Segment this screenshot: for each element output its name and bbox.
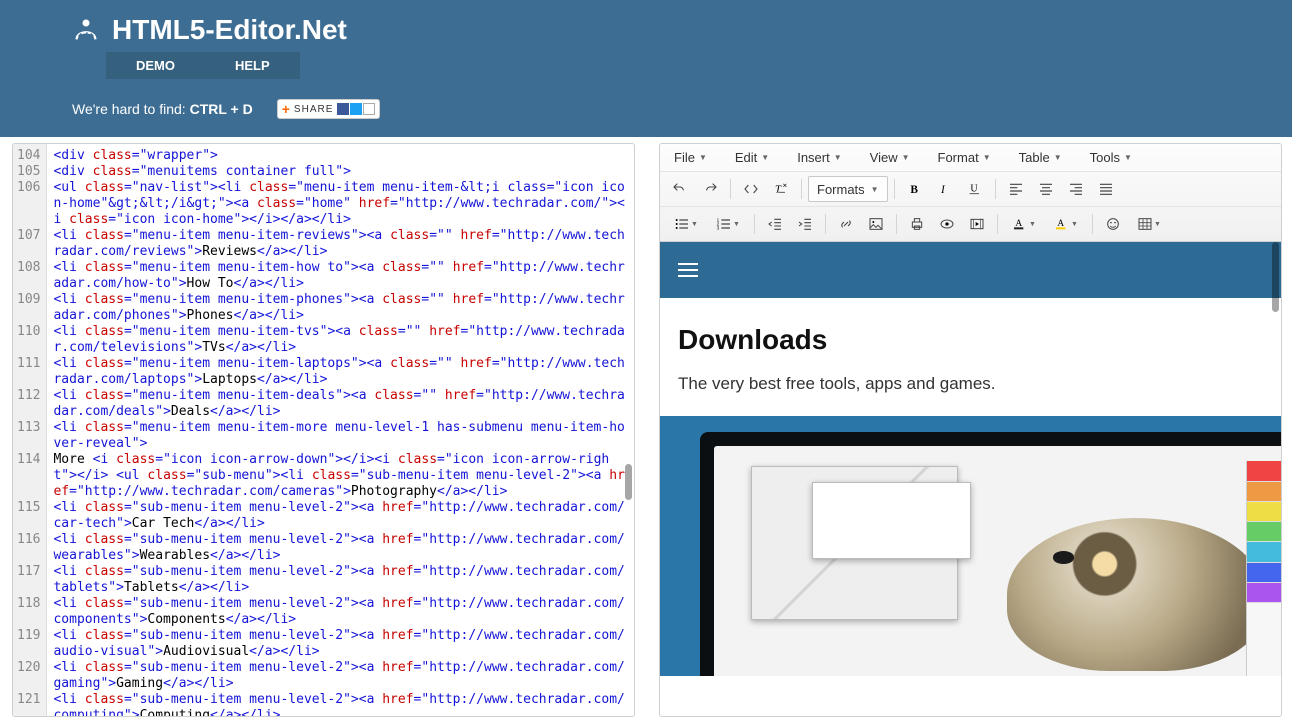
menu-view[interactable]: View▼ — [870, 150, 910, 165]
menu-file[interactable]: File▼ — [674, 150, 707, 165]
hamburger-icon[interactable] — [678, 263, 698, 277]
bold-button[interactable]: B — [901, 176, 929, 202]
toolbar-row-2: ▼123▼A▼A▼▼ — [660, 206, 1281, 241]
indent-button[interactable] — [791, 211, 819, 237]
nav-help[interactable]: HELP — [205, 52, 300, 79]
code-editor[interactable]: 1041051061071081091101111121131141151161… — [13, 144, 634, 716]
undo-button[interactable] — [666, 176, 694, 202]
site-header: HTML5-Editor.Net DEMOHELP We're hard to … — [0, 0, 1292, 137]
svg-text:3: 3 — [717, 225, 720, 230]
alignright-button[interactable] — [1062, 176, 1090, 202]
svg-text:U: U — [970, 184, 978, 195]
preview-scrollbar[interactable] — [1270, 242, 1279, 714]
toolbar-row-1: T✕ Formats▼ B I U — [660, 172, 1281, 206]
code-content[interactable]: <div class="wrapper"><div class="menuite… — [47, 144, 634, 716]
emoji-button[interactable] — [1099, 211, 1127, 237]
wysiwyg-pane: File▼ Edit▼ Insert▼ View▼ Format▼ Table▼ Tools… — [659, 143, 1282, 717]
menu-format[interactable]: Format▼ — [938, 150, 991, 165]
bookmark-hint: We're hard to find: CTRL + D — [72, 101, 253, 117]
mail-icon — [363, 103, 375, 115]
menu-edit[interactable]: Edit▼ — [735, 150, 769, 165]
svg-text:✕: ✕ — [782, 184, 787, 190]
facebook-icon — [337, 103, 349, 115]
preview-body[interactable]: Downloads The very best free tools, apps… — [660, 242, 1281, 714]
menu-bar: File▼ Edit▼ Insert▼ View▼ Format▼ Table▼ Tools… — [660, 144, 1281, 172]
table-button[interactable]: ▼ — [1129, 211, 1169, 237]
menu-insert[interactable]: Insert▼ — [797, 150, 841, 165]
backcolor-button[interactable]: A▼ — [1046, 211, 1086, 237]
clearfmt-button[interactable]: T✕ — [767, 176, 795, 202]
preview-topbar — [660, 242, 1281, 298]
preview-subtext: The very best free tools, apps and games… — [678, 374, 1263, 394]
source-editor-pane: 1041051061071081091101111121131141151161… — [12, 143, 635, 717]
nav-demo[interactable]: DEMO — [106, 52, 205, 79]
italic-button[interactable]: I — [931, 176, 959, 202]
preview-heading: Downloads — [678, 324, 1263, 356]
site-title: HTML5-Editor.Net — [112, 14, 347, 46]
logo-icon — [72, 16, 100, 44]
formats-dropdown[interactable]: Formats▼ — [808, 176, 888, 202]
svg-text:T: T — [775, 184, 782, 195]
code-scrollbar[interactable] — [623, 144, 632, 716]
underline-button[interactable]: U — [961, 176, 989, 202]
svg-text:I: I — [940, 184, 946, 196]
link-button[interactable] — [832, 211, 860, 237]
preview-button[interactable] — [933, 211, 961, 237]
wysiwyg-toolbar: File▼ Edit▼ Insert▼ View▼ Format▼ Table▼ Tools… — [660, 144, 1281, 242]
share-button[interactable]: + SHARE — [277, 99, 381, 119]
preview-hero-image — [660, 416, 1281, 676]
menu-table[interactable]: Table▼ — [1019, 150, 1062, 165]
image-button[interactable] — [862, 211, 890, 237]
outdent-button[interactable] — [761, 211, 789, 237]
aligncenter-button[interactable] — [1032, 176, 1060, 202]
source-button[interactable] — [737, 176, 765, 202]
menu-tools[interactable]: Tools▼ — [1090, 150, 1132, 165]
media-button[interactable] — [963, 211, 991, 237]
twitter-icon — [350, 103, 362, 115]
ol-button[interactable]: 123▼ — [708, 211, 748, 237]
forecolor-button[interactable]: A▼ — [1004, 211, 1044, 237]
ul-button[interactable]: ▼ — [666, 211, 706, 237]
print-button[interactable] — [903, 211, 931, 237]
header-nav: DEMOHELP — [106, 52, 1292, 79]
line-gutter: 1041051061071081091101111121131141151161… — [13, 144, 47, 716]
alignleft-button[interactable] — [1002, 176, 1030, 202]
svg-text:B: B — [910, 184, 918, 196]
plus-icon: + — [282, 101, 290, 117]
redo-button[interactable] — [696, 176, 724, 202]
alignjustify-button[interactable] — [1092, 176, 1120, 202]
